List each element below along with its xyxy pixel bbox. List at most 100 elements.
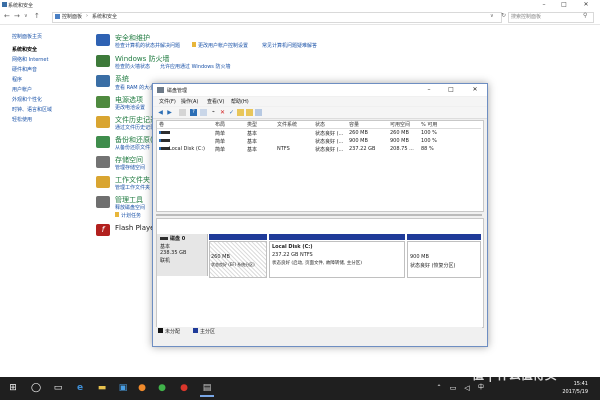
- nav-programs[interactable]: 程序: [12, 76, 22, 83]
- row1-pct[interactable]: 100 %: [421, 130, 437, 136]
- link-restore-files[interactable]: 从备份还原文件: [115, 144, 150, 151]
- firefox-icon[interactable]: ●: [135, 381, 149, 395]
- row2-pct[interactable]: 100 %: [421, 138, 437, 144]
- nav-user-accounts[interactable]: 用户帐户: [12, 86, 32, 93]
- row2-layout[interactable]: 简单: [215, 138, 225, 145]
- col-free[interactable]: 可用空间: [390, 121, 410, 128]
- disk-name: 磁盘 0: [170, 236, 186, 242]
- network-icon[interactable]: ▭: [446, 381, 460, 395]
- col-layout[interactable]: 布局: [215, 121, 225, 128]
- explore-icon[interactable]: [246, 109, 253, 116]
- link-firewall-status[interactable]: 检查防火墙状态: [115, 63, 150, 70]
- store-icon[interactable]: ▣: [116, 381, 130, 395]
- nav-ease-of-access[interactable]: 轻松使用: [12, 116, 32, 123]
- category-flash-player[interactable]: Flash Player: [115, 224, 157, 232]
- row3-capacity[interactable]: 237.22 GB: [349, 146, 375, 152]
- close-button[interactable]: ✕: [578, 0, 594, 10]
- col-capacity[interactable]: 容量: [349, 121, 359, 128]
- address-dropdown-icon[interactable]: ∨: [490, 13, 494, 19]
- row2-type[interactable]: 基本: [247, 138, 257, 145]
- dm-minimize-button[interactable]: –: [421, 84, 437, 96]
- row3-free[interactable]: 208.75 ...: [390, 146, 414, 152]
- ime-icon[interactable]: 中: [474, 381, 488, 395]
- row2-free[interactable]: 900 MB: [390, 138, 409, 144]
- col-pct-free[interactable]: % 可用: [421, 121, 437, 128]
- minimize-button[interactable]: –: [536, 0, 552, 10]
- forward-arrow-icon[interactable]: →: [14, 12, 20, 20]
- row3-fs[interactable]: NTFS: [277, 146, 290, 152]
- pane-splitter[interactable]: [156, 214, 482, 216]
- properties-icon[interactable]: [200, 109, 207, 116]
- link-allow-app[interactable]: 允许应用通过 Windows 防火墙: [160, 63, 231, 70]
- task-view-icon[interactable]: ▭: [51, 381, 65, 395]
- back-arrow-icon[interactable]: ←: [4, 12, 10, 20]
- nav-appearance[interactable]: 外观和个性化: [12, 96, 42, 103]
- row1-status[interactable]: 状态良好 (...: [315, 130, 343, 137]
- menu-view[interactable]: 查看(V): [207, 98, 224, 105]
- settings-icon[interactable]: [255, 109, 262, 116]
- app-green-icon[interactable]: ●: [155, 381, 169, 395]
- link-scheduled-tasks[interactable]: 计划任务: [121, 212, 141, 219]
- nav-control-panel-home[interactable]: 控制面板主页: [12, 33, 42, 40]
- file-explorer-icon[interactable]: ▬: [95, 381, 109, 395]
- row1-type[interactable]: 基本: [247, 130, 257, 137]
- link-manage-work-folders[interactable]: 管理工作文件夹: [115, 184, 150, 191]
- category-system[interactable]: 系统: [115, 74, 129, 84]
- volume-icon[interactable]: ◁: [460, 381, 474, 395]
- open-folder-icon[interactable]: [237, 109, 244, 116]
- col-status[interactable]: 状态: [315, 121, 325, 128]
- recent-dropdown-icon[interactable]: ∨: [24, 13, 28, 19]
- address-field[interactable]: [52, 12, 502, 23]
- row2-capacity[interactable]: 900 MB: [349, 138, 368, 144]
- col-type[interactable]: 类型: [247, 121, 257, 128]
- connect-icon[interactable]: ⌁: [210, 109, 217, 116]
- row1-layout[interactable]: 简单: [215, 130, 225, 137]
- clock-date[interactable]: 2017/5/19: [548, 389, 588, 395]
- breadcrumb-control-panel[interactable]: 控制面板: [62, 13, 82, 20]
- up-arrow-icon[interactable]: ↑: [34, 12, 40, 20]
- link-check-status[interactable]: 检查计算机的状态并解决问题: [115, 42, 180, 49]
- list-view-icon[interactable]: [179, 109, 186, 116]
- search-icon[interactable]: ◯: [29, 381, 43, 395]
- col-volume[interactable]: 卷: [159, 121, 164, 128]
- delete-icon[interactable]: ✕: [219, 109, 226, 116]
- dm-close-button[interactable]: ✕: [467, 84, 483, 96]
- clock-time[interactable]: 15:41: [548, 381, 588, 387]
- header-divider: [157, 128, 481, 129]
- row3-status[interactable]: 状态良好 (...: [315, 146, 343, 153]
- nav-hardware-sound[interactable]: 硬件和声音: [12, 66, 37, 73]
- menu-action[interactable]: 操作(A): [181, 98, 198, 105]
- menu-file[interactable]: 文件(F): [159, 98, 176, 105]
- edge-icon[interactable]: e: [73, 381, 87, 395]
- row3-volume[interactable]: Local Disk (C:): [169, 146, 205, 152]
- link-uac-settings[interactable]: 更改用户帐户控制设置: [198, 42, 248, 49]
- help-icon[interactable]: ?: [190, 109, 197, 116]
- disk-management-taskbar-icon[interactable]: ▤: [200, 381, 214, 397]
- refresh-icon[interactable]: ↻: [501, 12, 506, 19]
- dm-maximize-button[interactable]: □: [443, 84, 459, 96]
- col-filesystem[interactable]: 文件系统: [277, 121, 297, 128]
- back-icon[interactable]: ◀: [157, 109, 164, 116]
- row1-capacity[interactable]: 260 MB: [349, 130, 368, 136]
- link-battery-settings[interactable]: 更改电池设置: [115, 104, 145, 111]
- link-free-disk-space[interactable]: 释放磁盘空间: [115, 204, 145, 211]
- check-icon[interactable]: ✓: [228, 109, 235, 116]
- app-red-icon[interactable]: ●: [177, 381, 191, 395]
- nav-network[interactable]: 网络和 Internet: [12, 56, 48, 63]
- row3-layout[interactable]: 简单: [215, 146, 225, 153]
- forward-icon[interactable]: ▶: [166, 109, 173, 116]
- row3-pct[interactable]: 88 %: [421, 146, 434, 152]
- row2-status[interactable]: 状态良好 (...: [315, 138, 343, 145]
- link-troubleshoot[interactable]: 常见计算机问题疑难解答: [262, 42, 317, 49]
- breadcrumb-system-security[interactable]: 系统和安全: [92, 13, 117, 20]
- row1-free[interactable]: 260 MB: [390, 130, 409, 136]
- nav-clock-region[interactable]: 时钟、语言和区域: [12, 106, 52, 113]
- start-windows-icon[interactable]: ⊞: [6, 381, 20, 395]
- nav-system-security[interactable]: 系统和安全: [12, 46, 37, 53]
- menu-help[interactable]: 帮助(H): [231, 98, 249, 105]
- link-manage-storage[interactable]: 管理存储空间: [115, 164, 145, 171]
- row3-type[interactable]: 基本: [247, 146, 257, 153]
- search-icon[interactable]: ⚲: [583, 12, 587, 19]
- maximize-button[interactable]: □: [556, 0, 572, 10]
- tray-up-arrow-icon[interactable]: ⌃: [432, 381, 446, 395]
